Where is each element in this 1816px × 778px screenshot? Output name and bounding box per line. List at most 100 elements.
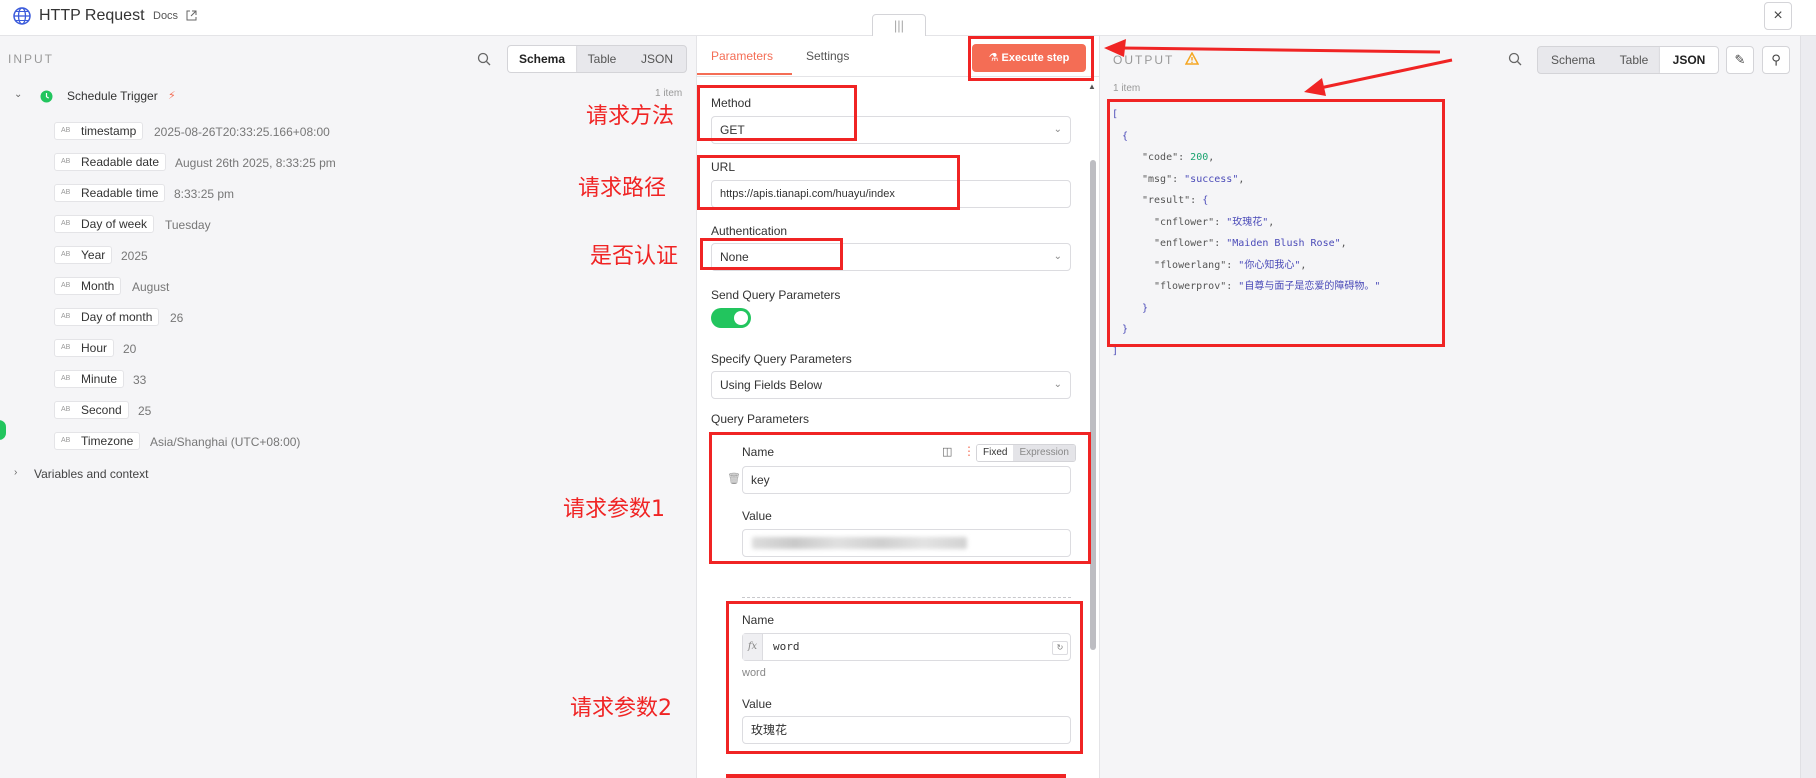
param2-value-input[interactable]: 玫瑰花 [742,716,1071,744]
method-value: GET [720,123,745,137]
docs-link[interactable]: Docs [153,10,178,22]
search-icon[interactable] [1508,52,1522,66]
field-value: 8:33:25 pm [174,187,235,201]
field-value: 2025-08-26T20:33:25.166+08:00 [154,125,330,139]
param2-name-value: word [773,640,800,653]
field-value: 20 [123,342,137,356]
send-query-toggle[interactable] [711,308,751,328]
bolt-icon: ⚡ [168,90,176,102]
tab-settings[interactable]: Settings [806,49,849,63]
header-bar: HTTP Request Docs ||| × [0,0,1816,38]
field-value: 25 [138,404,152,418]
param2-value: 玫瑰花 [751,723,788,737]
arrowhead-left-icon [1304,78,1326,96]
app-window: HTTP Request Docs ||| × INPUT Schema Tab… [0,0,1816,778]
trigger-name: Schedule Trigger [67,89,158,103]
search-icon[interactable] [477,52,491,66]
tab-table[interactable]: Table [576,46,628,72]
tab-json[interactable]: JSON [1660,47,1718,73]
authentication-label: Authentication [711,224,788,238]
authentication-select[interactable]: None ⌄ [711,243,1071,271]
fixed-expression-switch[interactable]: Fixed Expression [976,444,1076,462]
field-name-chip: AB Readable date [54,153,167,171]
url-value: https://apis.tianapi.com/huayu/index [720,188,895,200]
annotation-label-param1: 请求参数1 [563,497,665,522]
param2-name-preview: word [742,667,766,679]
url-input[interactable]: https://apis.tianapi.com/huayu/index [711,180,1071,208]
field-name-chip: AB timestamp [54,122,144,140]
json-bracket: ] [1112,345,1119,357]
param2-name-label: Name [742,613,775,627]
variables-context-toggle[interactable]: Variables and context [34,467,149,481]
execute-step-label: Execute step [1001,52,1070,64]
output-view-tabs: Schema Table JSON [1537,46,1719,74]
input-heading: INPUT [8,52,54,66]
url-label: URL [711,160,736,174]
json-bracket: [ [1112,109,1119,120]
specify-query-select[interactable]: Using Fields Below ⌄ [711,371,1071,399]
tab-schema[interactable]: Schema [508,46,576,72]
edit-output-button[interactable]: ✎ [1726,46,1754,74]
chevron-right-icon[interactable]: › [14,467,17,478]
field-name-chip: AB Timezone [54,432,141,450]
globe-icon [13,7,31,25]
chevron-down-icon: ⌄ [1053,124,1062,135]
annotation-label-auth: 是否认证 [590,244,679,269]
pin-output-button[interactable]: ⚲ [1762,46,1790,74]
panel-toggle-icon[interactable]: ◫ [942,445,952,458]
input-view-tabs: Schema Table JSON [507,45,687,73]
expression-option[interactable]: Expression [1013,445,1075,461]
active-tab-underline [697,73,792,75]
json-line-flowerlang: "flowerlang": "你心知我心", [1154,259,1307,271]
flask-icon: ⚗ [988,52,1002,64]
tab-parameters[interactable]: Parameters [711,49,773,63]
open-editor-icon[interactable]: ↻ [1052,641,1068,655]
field-value: August [132,280,170,294]
redacted-value [752,537,967,549]
execute-step-button[interactable]: ⚗ Execute step [972,44,1086,72]
query-parameters-label: Query Parameters [711,412,810,426]
more-options-icon[interactable]: ⋮ [963,444,975,458]
pencil-icon: ✎ [1734,52,1746,67]
annotation-arrows [1104,39,1453,96]
fixed-option[interactable]: Fixed [977,445,1014,461]
json-brace: { [1122,130,1129,142]
trash-icon[interactable]: 🗑 [727,472,741,485]
field-value: Tuesday [165,218,211,232]
field-name-chip: AB Month [54,277,122,295]
param1-name-label: Name [742,445,775,459]
json-line-result: "result": { [1142,195,1209,206]
authentication-value: None [720,250,749,264]
json-output-viewer[interactable]: [ { "code": 200, "msg": "success", "resu… [1112,104,1380,362]
field-name-chip: AB Day of month [54,308,160,326]
annotation-arrow-output [1319,58,1453,90]
method-select[interactable]: GET ⌄ [711,116,1071,144]
close-button[interactable]: × [1764,2,1792,30]
field-value: 33 [133,373,147,387]
annotation-label-url: 请求路径 [578,176,667,201]
json-line-msg: "msg": "success", [1142,173,1245,185]
field-value: 26 [170,311,184,325]
field-value: August 26th 2025, 8:33:25 pm [175,156,336,170]
field-name-chip: AB Day of week [54,215,155,233]
annotation-label-method: 请求方法 [586,104,675,129]
parameters-scrollbar[interactable] [1090,160,1096,650]
field-name-chip: AB Minute [54,370,125,388]
tab-schema[interactable]: Schema [1538,47,1608,73]
next-highlight-edge [726,774,1066,778]
param1-name-input[interactable]: key [742,466,1071,494]
json-brace: } [1122,324,1129,335]
json-line-code: "code": 200, [1142,152,1215,163]
external-link-icon[interactable] [186,10,197,21]
node-title: HTTP Request [39,7,145,24]
chevron-down-icon[interactable]: ⌄ [14,89,22,100]
tab-table[interactable]: Table [1608,47,1660,73]
scroll-up-icon[interactable]: ▲ [1088,82,1096,91]
param2-name-input[interactable]: fx word ↻ [742,633,1071,661]
field-name-chip: AB Hour [54,339,115,357]
panel-drag-handle[interactable]: ||| [872,14,926,38]
field-name-chip: AB Year [54,246,113,264]
annotation-label-param2: 请求参数2 [570,696,672,721]
field-name-chip: AB Readable time [54,184,166,202]
tab-json[interactable]: JSON [628,46,686,72]
